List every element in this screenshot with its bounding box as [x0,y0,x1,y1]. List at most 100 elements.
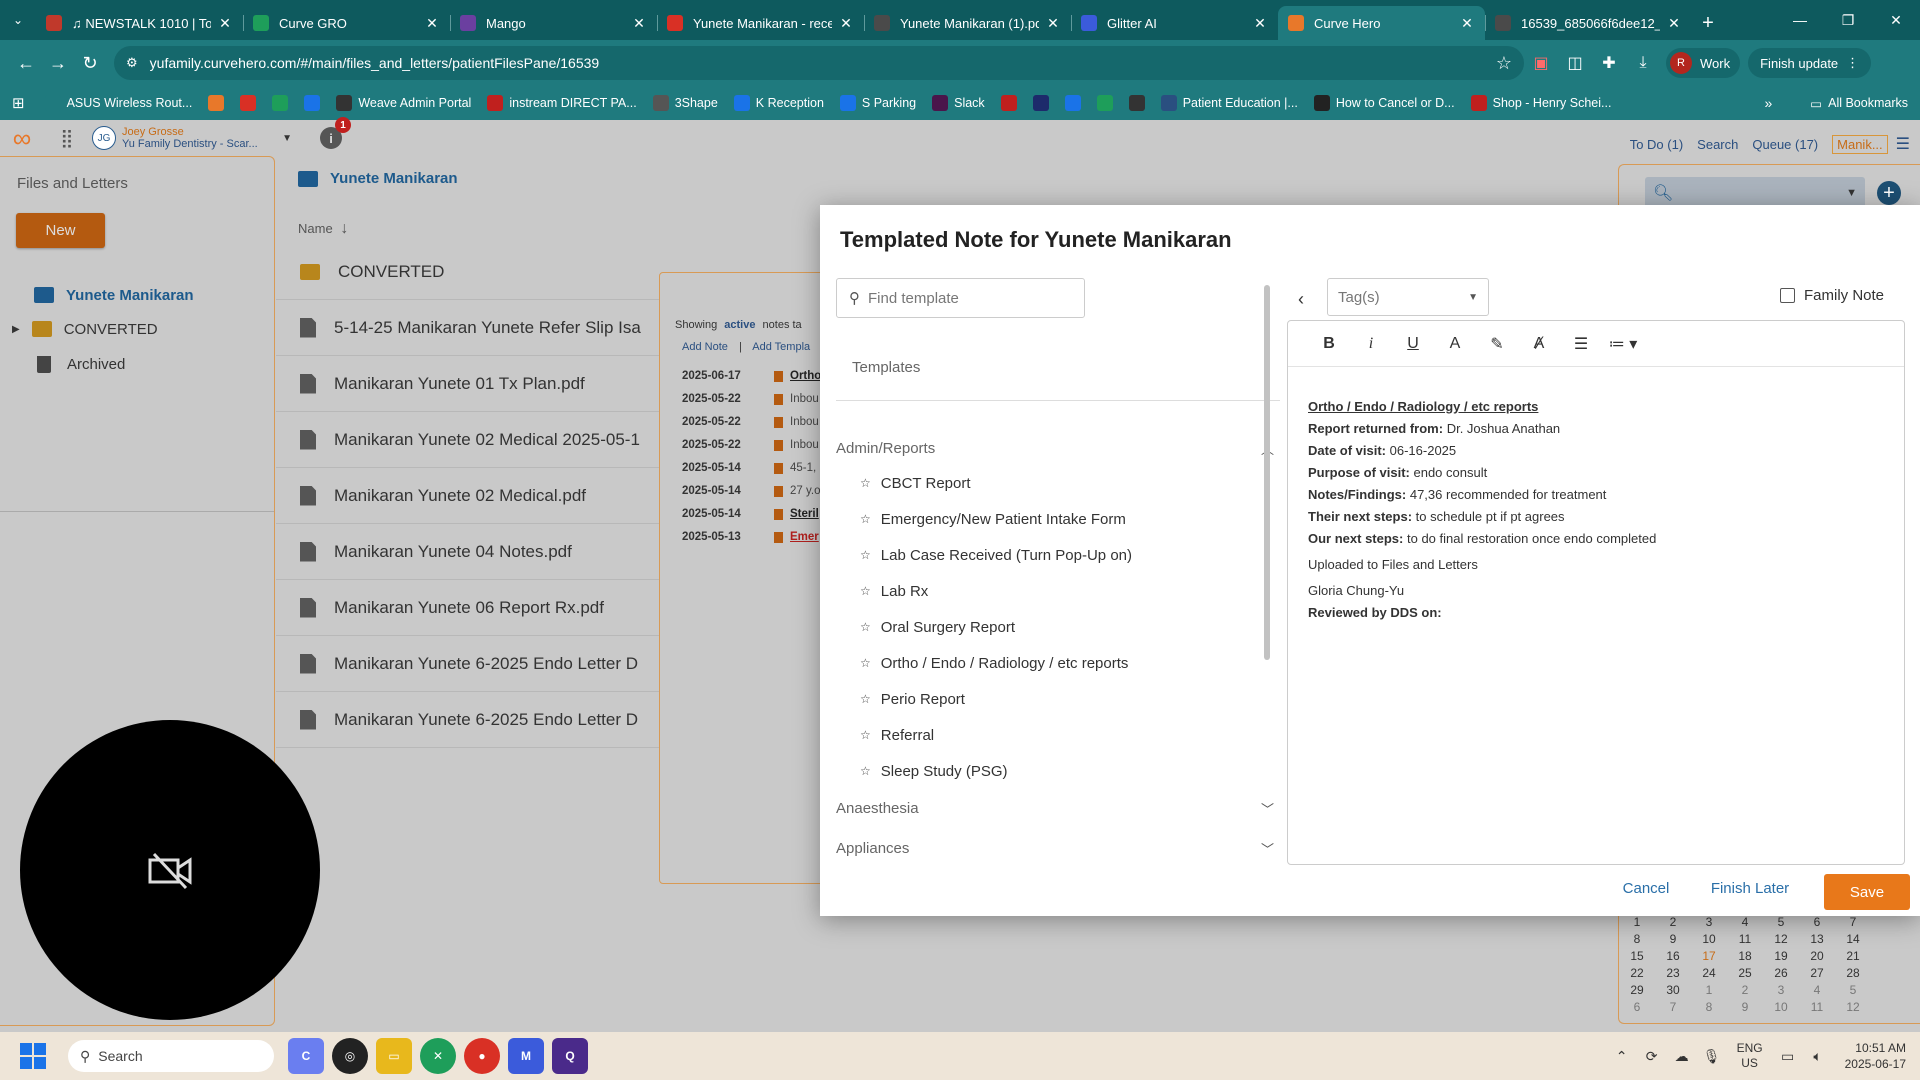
curve-hero-logo-icon[interactable]: ∞ [6,123,38,153]
m365-icon[interactable]: M [508,1038,544,1074]
add-circle-button[interactable]: + [1877,181,1901,205]
tab-close-icon[interactable]: ✕ [631,15,647,32]
calendar-day[interactable]: 10 [1691,932,1727,949]
star-icon[interactable]: ☆ [860,692,871,706]
app-circle-icon[interactable]: ◎ [332,1038,368,1074]
app-launcher-icon[interactable]: ⣿ [54,125,80,151]
bookmark-item[interactable] [208,95,230,111]
volume-icon[interactable]: 🔈︎ [1803,1048,1833,1065]
chevron-up-icon[interactable]: ⌃ [1607,1048,1637,1065]
url-text[interactable]: yufamily.curvehero.com/#/main/files_and_… [150,55,1496,71]
browser-tab[interactable]: Yunete Manikaran - recep ✕ [657,6,864,40]
calendar-day[interactable]: 17 [1691,949,1727,966]
bookmark-item[interactable] [1064,95,1087,111]
windows-start-icon[interactable] [18,1041,48,1071]
template-item[interactable]: ☆ Referral [860,721,934,749]
bookmark-item[interactable]: ASUS Wireless Rout... [44,95,192,111]
forward-icon[interactable]: → [42,47,74,79]
extensions-puzzle-icon[interactable]: ✚ [1592,47,1626,79]
calendar-day[interactable]: 2 [1727,983,1763,1000]
calendar-day[interactable]: 5 [1763,915,1799,932]
star-icon[interactable]: ☆ [860,548,871,562]
calendar-day[interactable]: 19 [1763,949,1799,966]
copilot-icon[interactable]: C [288,1038,324,1074]
cancel-button[interactable]: Cancel [1611,873,1681,903]
calendar-day[interactable]: 11 [1727,932,1763,949]
calendar-day[interactable]: 13 [1799,932,1835,949]
bookmark-item[interactable] [272,95,294,111]
tab-close-icon[interactable]: ✕ [1045,15,1061,32]
search-link[interactable]: Search [1697,137,1738,152]
template-item[interactable]: ☆ Emergency/New Patient Intake Form [860,505,1126,533]
browser-tab[interactable]: ♫ NEWSTALK 1010 | Toron ✕ [36,6,243,40]
calendar-day[interactable]: 5 [1835,983,1871,1000]
bold-icon[interactable]: B [1308,329,1350,359]
calendar-day[interactable]: 4 [1799,983,1835,1000]
bookmark-item[interactable]: Weave Admin Portal [336,95,471,111]
finish-later-button[interactable]: Finish Later [1700,873,1800,903]
bookmark-item[interactable] [240,95,262,111]
info-icon[interactable]: i 1 [320,117,351,149]
star-icon[interactable]: ☆ [860,476,871,490]
sync-icon[interactable]: ⟳ [1637,1048,1667,1065]
network-icon[interactable]: ▭ [1773,1048,1803,1065]
calendar-day[interactable]: 24 [1691,966,1727,983]
calendar-day[interactable]: 29 [1619,983,1655,1000]
cloud-icon[interactable]: ☁ [1667,1048,1697,1065]
editor-content[interactable]: Ortho / Endo / Radiology / etc reports R… [1308,396,1888,624]
template-item[interactable]: ☆ Perio Report [860,685,965,713]
template-item[interactable]: ☆ Oral Surgery Report [860,613,1015,641]
calendar-day[interactable]: 20 [1799,949,1835,966]
add-note-link[interactable]: Add Note [682,341,728,353]
calendar-day[interactable]: 3 [1691,915,1727,932]
bookmark-item[interactable]: instream DIRECT PA... [487,95,637,111]
template-category[interactable]: Appliances ﹀ [836,833,1280,863]
tree-item-archived[interactable]: Archived [34,350,125,378]
calendar-day[interactable]: 9 [1655,932,1691,949]
template-item[interactable]: ☆ Ortho / Endo / Radiology / etc reports [860,649,1128,677]
template-item[interactable]: ☆ Sleep Study (PSG) [860,757,1008,785]
tab-close-icon[interactable]: ✕ [1252,15,1268,32]
queue-link[interactable]: Queue (17) [1752,137,1818,152]
downloads-icon[interactable]: ⤓ [1626,47,1660,79]
calendar-day[interactable]: 23 [1655,966,1691,983]
calendar-day[interactable]: 14 [1835,932,1871,949]
tab-close-icon[interactable]: ✕ [1666,15,1682,32]
caret-right-icon[interactable]: ▶ [12,324,20,335]
star-icon[interactable]: ☆ [860,584,871,598]
calendar-day[interactable]: 18 [1727,949,1763,966]
back-icon[interactable]: ← [10,47,42,79]
new-button[interactable]: New [16,213,105,248]
bookmark-item[interactable] [1096,95,1119,111]
browser-tab[interactable]: Glitter AI ✕ [1071,6,1278,40]
bookmark-star-icon[interactable]: ☆ [1496,53,1512,74]
file-explorer-icon[interactable]: ▭ [376,1038,412,1074]
highlight-pen-icon[interactable]: ✎ [1476,329,1518,359]
apps-grid-icon[interactable]: ⊞ [12,94,25,112]
template-category[interactable]: Admin/Reports︿ [836,433,1280,463]
bookmark-item[interactable]: Shop - Henry Schei... [1470,95,1611,111]
tree-item-converted[interactable]: ▶ CONVERTED [12,315,158,343]
numbered-list-icon[interactable]: ☰ [1560,329,1602,359]
rich-text-editor[interactable]: B i U A ✎ Ⱥ ☰ ≔ ▾ Ortho / Endo / Radiolo… [1287,320,1905,865]
bookmark-item[interactable] [1128,95,1151,111]
calendar-day[interactable]: 25 [1727,966,1763,983]
bookmark-item[interactable]: S Parking [839,95,916,111]
finish-update-button[interactable]: Finish update ⋮ [1748,48,1872,78]
calendar-day[interactable]: 6 [1619,1000,1655,1017]
scroll-thumb[interactable] [1264,285,1270,660]
patient-tab[interactable]: Manik... [1832,134,1888,154]
bookmark-item[interactable]: Slack [932,95,985,111]
calendar-day[interactable]: 30 [1655,983,1691,1000]
tab-search-button[interactable]: ⌄ [0,0,36,40]
tab-close-icon[interactable]: ✕ [217,15,233,32]
url-bar[interactable]: ⚙ yufamily.curvehero.com/#/main/files_an… [114,46,1524,80]
todo-link[interactable]: To Do (1) [1630,137,1683,152]
sort-by-name[interactable]: Name ↓ [298,220,348,238]
tab-close-icon[interactable]: ✕ [838,15,854,32]
calendar-day[interactable]: 28 [1835,966,1871,983]
bookmark-item[interactable] [1000,95,1023,111]
new-tab-button[interactable]: + [1692,6,1724,40]
calendar-day[interactable]: 22 [1619,966,1655,983]
template-category[interactable]: Anaesthesia ﹀ [836,793,1280,823]
